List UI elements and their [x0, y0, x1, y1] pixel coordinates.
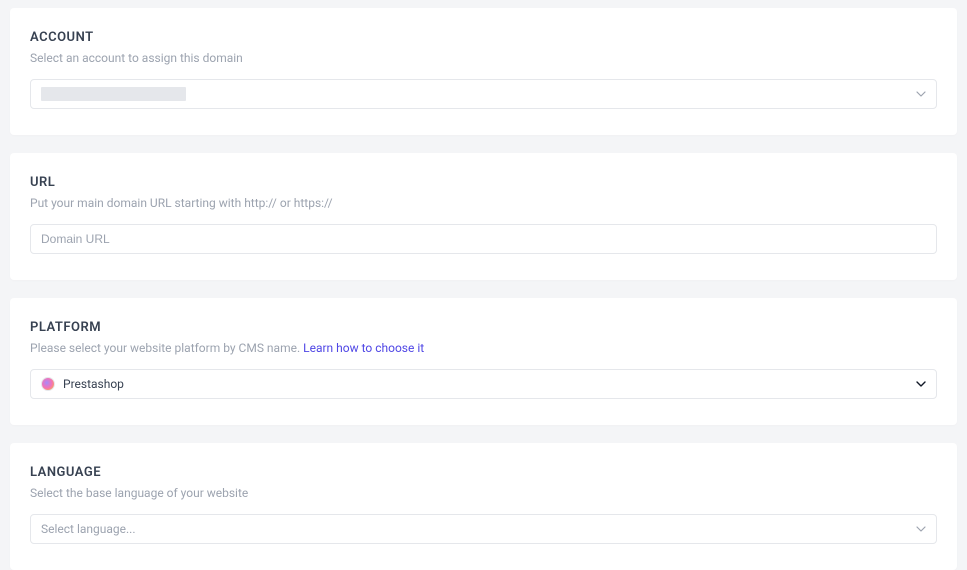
platform-description-text: Please select your website platform by C… [30, 341, 303, 355]
chevron-down-icon [916, 524, 926, 534]
language-description: Select the base language of your website [30, 486, 937, 500]
platform-select[interactable]: Prestashop [30, 369, 937, 399]
language-title: LANGUAGE [30, 465, 937, 480]
platform-select-value: Prestashop [41, 377, 124, 391]
url-title: URL [30, 175, 937, 190]
chevron-down-icon [916, 89, 926, 99]
platform-section: PLATFORM Please select your website plat… [10, 298, 957, 425]
prestashop-icon [41, 377, 55, 391]
platform-learn-link[interactable]: Learn how to choose it [303, 341, 424, 355]
language-select[interactable]: Select language... [30, 514, 937, 544]
platform-description: Please select your website platform by C… [30, 341, 937, 355]
url-input-wrap [30, 224, 937, 254]
account-redacted-value [41, 87, 186, 101]
platform-title: PLATFORM [30, 320, 937, 335]
url-section: URL Put your main domain URL starting wi… [10, 153, 957, 280]
account-section: ACCOUNT Select an account to assign this… [10, 8, 957, 135]
account-title: ACCOUNT [30, 30, 937, 45]
language-select-placeholder: Select language... [41, 522, 136, 536]
account-select[interactable] [30, 79, 937, 109]
url-input[interactable] [41, 232, 926, 246]
account-description: Select an account to assign this domain [30, 51, 937, 65]
platform-select-label: Prestashop [63, 377, 124, 391]
chevron-down-icon [916, 379, 926, 389]
language-section: LANGUAGE Select the base language of you… [10, 443, 957, 570]
url-description: Put your main domain URL starting with h… [30, 196, 937, 210]
account-select-value [41, 87, 186, 101]
